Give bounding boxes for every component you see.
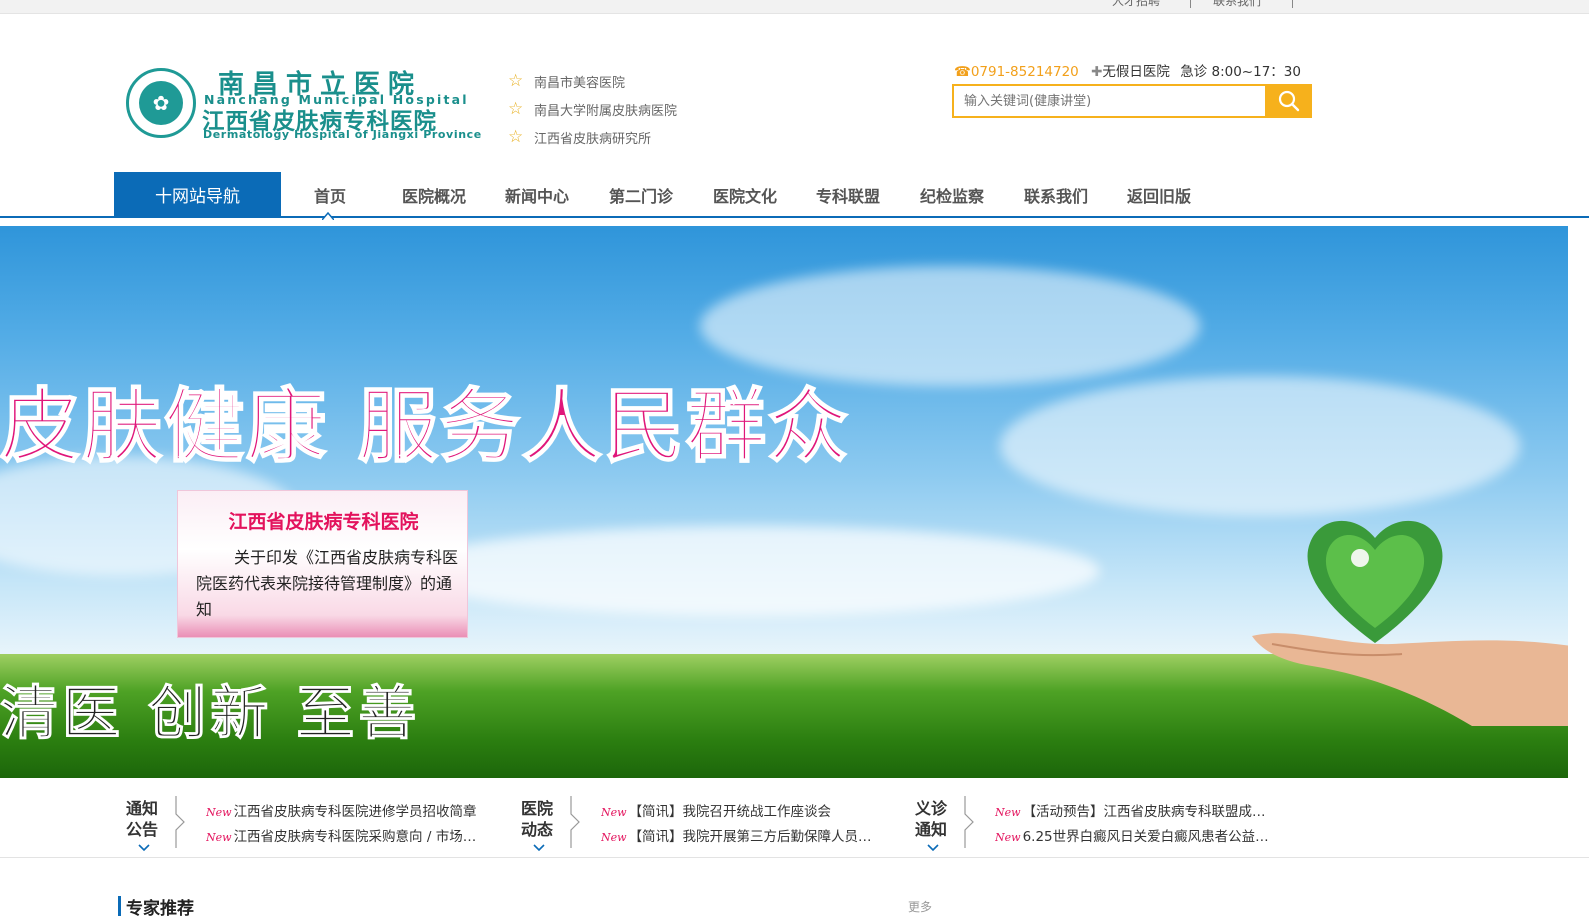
chevron-down-icon[interactable] [533,844,545,852]
hospital-emblem-icon: ✿ [126,68,196,138]
site-nav-button[interactable]: 十网站导航 [114,172,281,217]
news-item[interactable]: New 6.25世界白癜风日关爱白癜风患者公益… [995,825,1275,850]
notice-card[interactable]: 江西省皮肤病专科医院 关于印发《江西省皮肤病专科医院医药代表来院接待管理制度》的… [177,490,468,638]
section-title: 专家推荐 [126,899,194,919]
nav-discipline[interactable]: 纪检监察 [920,172,984,217]
phone-number: 0791-85214720 [970,64,1079,80]
nav-home[interactable]: 首页 [314,172,346,217]
news-item[interactable]: New 【简讯】我院开展第三方后勤保障人员… [601,825,881,850]
nav-old-version[interactable]: 返回旧版 [1127,172,1191,217]
notice-body: 关于印发《江西省皮肤病专科医院医药代表来院接待管理制度》的通知 [196,548,459,619]
news-item[interactable]: New 【活动预告】江西省皮肤病专科联盟成… [995,800,1275,825]
new-badge: New [995,806,1021,819]
search-box [952,84,1312,118]
search-button[interactable] [1265,84,1312,118]
new-badge: New [995,831,1021,844]
affiliation-list: ☆ 南昌市美容医院 ☆ 南昌大学附属皮肤病医院 ☆ 江西省皮肤病研究所 [508,67,677,151]
more-link[interactable]: 更多 [908,898,932,915]
hero-banner[interactable]: 皮肤健康 服务人民群众 清医 创新 至善 江西省皮肤病专科医院 关于印发《江西省… [0,226,1568,778]
news-label: 通知 公告 [125,799,158,839]
nav-second-clinic[interactable]: 第二门诊 [609,172,673,217]
divider [1190,0,1191,8]
chevron-down-icon[interactable] [138,844,150,852]
bracket-arrow-icon [570,796,580,848]
nav-culture[interactable]: 医院文化 [713,172,777,217]
section-marker [118,896,121,916]
news-list: New 江西省皮肤病专科医院进修学员招收简章 New 江西省皮肤病专科医院采购意向 … [206,800,486,850]
notice-title: 江西省皮肤病专科医院 [228,511,419,533]
chevron-down-icon[interactable] [927,844,939,852]
main-nav: 十网站导航 首页 医院概况 新闻中心 第二门诊 医院文化 专科联盟 纪检监察 联… [0,172,1589,220]
nav-alliance[interactable]: 专科联盟 [816,172,880,217]
affiliation-item: ☆ 南昌市美容医院 [508,71,626,91]
top-bar: 人才招聘 联系我们 [0,0,1589,14]
active-caret-icon [322,212,334,220]
news-list: New 【简讯】我院召开统战工作座谈会 New 【简讯】我院开展第三方后勤保障人员… [601,800,881,850]
hospital-logo[interactable]: ✿ 南昌市立医院 Nanchang Municipal Hospital 江西省… [126,64,486,142]
phone-icon: ☎ [954,64,971,80]
nav-news[interactable]: 新闻中心 [505,172,569,217]
search-input[interactable] [952,84,1266,118]
cloud [1000,376,1520,516]
emergency-hours: 急诊 8:00~17：30 [1180,64,1301,80]
bracket-arrow-icon [964,796,974,848]
expert-section: 专家推荐 更多 [0,858,1589,919]
nav-contact[interactable]: 联系我们 [1024,172,1088,217]
contact-info: ☎0791-85214720 ✚无假日医院 急诊 8:00~17：30 [954,60,1301,80]
star-icon: ☆ [508,71,524,91]
nav-overview[interactable]: 医院概况 [402,172,466,217]
recruit-link[interactable]: 人才招聘 [1112,0,1160,9]
banner-slogan2: 清医 创新 至善 [0,679,421,748]
search-icon [1278,90,1299,112]
news-item[interactable]: New 江西省皮肤病专科医院采购意向 / 市场… [206,825,486,850]
news-strip: 通知 公告 New 江西省皮肤病专科医院进修学员招收简章 New 江西省皮肤病专科医院… [0,778,1589,858]
plus-icon: ✚ [1091,64,1103,80]
logo-en-name2: Dermatology Hospital of Jiangxi Province [203,128,482,141]
star-icon: ☆ [508,127,524,147]
star-icon: ☆ [508,99,524,119]
banner-slogan: 皮肤健康 服务人民群众 [0,379,850,474]
news-list: New 【活动预告】江西省皮肤病专科联盟成… New 6.25世界白癜风日关爱白癜风… [995,800,1275,850]
bracket-arrow-icon [175,796,185,848]
divider [1292,0,1293,8]
news-item[interactable]: New 【简讯】我院召开统战工作座谈会 [601,800,881,825]
affiliation-item: ☆ 南昌大学附属皮肤病医院 [508,99,678,119]
news-label: 医院 动态 [520,799,553,839]
cloud [400,526,1100,616]
hand-icon [1252,633,1568,726]
contact-link[interactable]: 联系我们 [1213,0,1261,9]
news-label: 义诊 通知 [914,799,947,839]
holiday-text: 无假日医院 [1102,64,1170,80]
new-badge: New [601,806,627,819]
affiliation-item: ☆ 江西省皮肤病研究所 [508,127,652,147]
new-badge: New [601,831,627,844]
new-badge: New [206,806,232,819]
new-badge: New [206,831,232,844]
news-item[interactable]: New 江西省皮肤病专科医院进修学员招收简章 [206,800,486,825]
